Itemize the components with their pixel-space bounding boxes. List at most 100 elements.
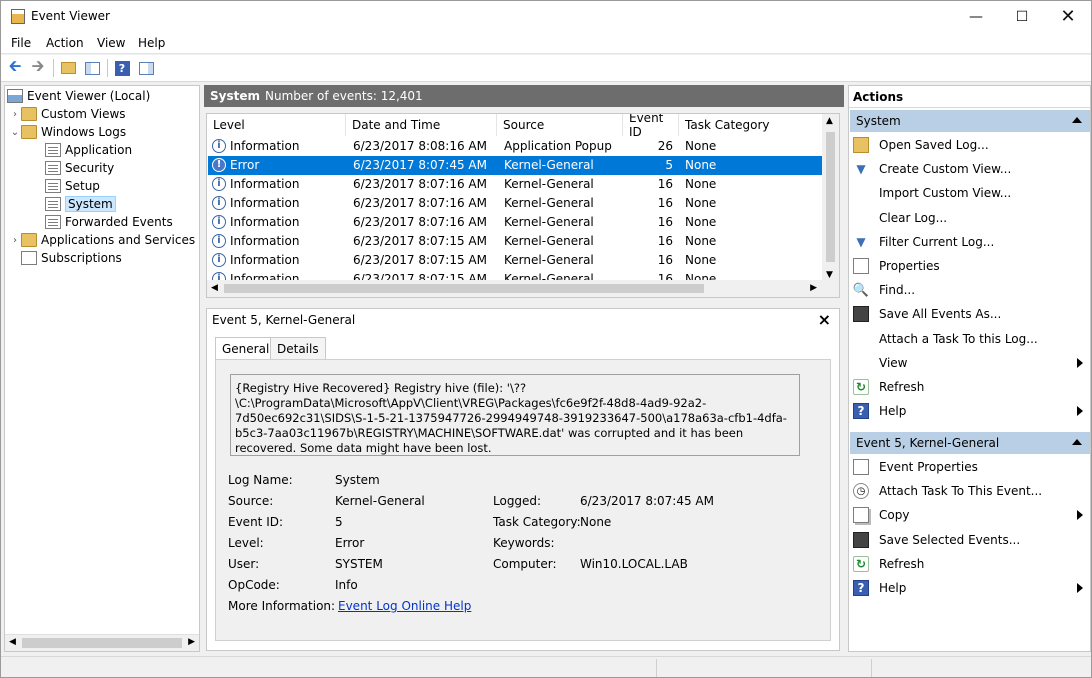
log-header: System Number of events: 12,401 — [204, 85, 844, 107]
table-row[interactable]: i Information 6/23/2017 8:07:16 AM Kernel-G… — [208, 213, 823, 232]
action-system-import-custom-view[interactable]: Import Custom View... — [853, 182, 1089, 204]
action-label: Refresh — [879, 556, 925, 571]
action-system-filter-current-log[interactable]: ▼ Filter Current Log... — [853, 231, 1089, 253]
column-header-date[interactable]: Date and Time — [346, 114, 497, 136]
action-label: Attach Task To This Event... — [879, 484, 1043, 499]
table-row[interactable]: i Information 6/23/2017 8:07:15 AM Kernel-G… — [208, 232, 823, 251]
tree-custom-views-label: Custom Views — [41, 107, 126, 121]
event-message[interactable]: {Registry Hive Recovered} Registry hive … — [230, 374, 800, 456]
help-icon[interactable]: ? — [113, 59, 131, 77]
maximize-button[interactable]: ☐ — [999, 1, 1045, 32]
action-system-find[interactable]: 🔍 Find... — [853, 279, 1089, 301]
minimize-button[interactable]: — — [953, 1, 999, 32]
folder-up-icon[interactable] — [59, 59, 77, 77]
tree-root[interactable]: Event Viewer (Local) — [7, 87, 150, 105]
table-row[interactable]: i Information 6/23/2017 8:08:16 AM Applicat… — [208, 137, 823, 156]
column-header-source[interactable]: Source — [497, 114, 623, 136]
menu-help[interactable]: Help — [138, 36, 165, 50]
action-system-help[interactable]: ? Help — [853, 400, 1089, 422]
tree-item-label: Forwarded Events — [65, 215, 173, 229]
scroll-right-icon[interactable]: ▶ — [188, 637, 195, 647]
action-event-help[interactable]: ? Help — [853, 577, 1089, 599]
tree-subscriptions[interactable]: Subscriptions — [21, 249, 122, 267]
action-system-create-custom-view[interactable]: ▼ Create Custom View... — [853, 158, 1089, 180]
label-source: Source: — [228, 494, 274, 508]
action-system-attach-a-task-to-this-log[interactable]: Attach a Task To this Log... — [853, 328, 1089, 350]
collapse-icon[interactable] — [1072, 439, 1082, 445]
table-row[interactable]: i Information 6/23/2017 8:07:16 AM Kernel-G… — [208, 175, 823, 194]
scroll-left-icon[interactable]: ◀ — [211, 283, 218, 293]
properties-icon — [853, 258, 869, 274]
list-horizontal-scrollbar[interactable]: ◀ ▶ — [207, 280, 839, 297]
scroll-right-icon[interactable]: ▶ — [810, 283, 817, 293]
column-header-level[interactable]: Level — [207, 114, 346, 136]
menu-bar: File Action View Help — [1, 32, 1091, 54]
column-header-event-id[interactable]: Event ID — [623, 114, 679, 139]
tree-item-security[interactable]: Security — [45, 159, 114, 177]
chevron-down-icon[interactable]: ⌄ — [9, 127, 21, 138]
show-hide-action-pane-icon[interactable] — [137, 59, 155, 77]
save-icon — [853, 306, 869, 323]
action-event-attach-task-to-this-event[interactable]: ◷ Attach Task To This Event... — [853, 480, 1089, 502]
scroll-down-icon[interactable]: ▼ — [826, 270, 833, 280]
action-system-clear-log[interactable]: Clear Log... — [853, 207, 1089, 229]
table-row[interactable]: ! Error 6/23/2017 8:07:45 AM Kernel-General… — [208, 156, 823, 175]
scrollbar-thumb[interactable] — [22, 638, 182, 648]
tree-windows-logs[interactable]: ⌄ Windows Logs — [9, 123, 126, 141]
action-event-save-selected-events[interactable]: Save Selected Events... — [853, 529, 1089, 551]
menu-action[interactable]: Action — [46, 36, 84, 50]
scrollbar-thumb[interactable] — [224, 284, 704, 293]
forward-icon[interactable]: 🡲 — [29, 56, 47, 77]
scrollbar-thumb[interactable] — [826, 132, 835, 262]
refresh-icon: ↻ — [853, 379, 869, 395]
label-opcode: OpCode: — [228, 578, 280, 592]
collapse-icon[interactable] — [1072, 117, 1082, 123]
action-system-view[interactable]: View — [853, 352, 1089, 374]
label-logged: Logged: — [493, 494, 542, 508]
cell-event-id: 5 — [665, 158, 673, 172]
table-row[interactable]: i Information 6/23/2017 8:07:15 AM Kernel-G… — [208, 251, 823, 270]
tree-apps-services[interactable]: › Applications and Services Lo — [9, 231, 199, 249]
tree-item-forwarded-events[interactable]: Forwarded Events — [45, 213, 173, 231]
action-event-event-properties[interactable]: Event Properties — [853, 456, 1089, 478]
tree-item-application[interactable]: Application — [45, 141, 132, 159]
tree-item-setup[interactable]: Setup — [45, 177, 100, 195]
action-system-open-saved-log[interactable]: Open Saved Log... — [853, 134, 1089, 156]
blank-icon — [853, 185, 869, 201]
chevron-right-icon[interactable]: › — [9, 109, 21, 120]
tree-custom-views[interactable]: › Custom Views — [9, 105, 126, 123]
menu-file[interactable]: File — [11, 36, 31, 50]
information-icon: i — [212, 196, 226, 210]
table-row[interactable]: i Information 6/23/2017 8:07:16 AM Kernel-G… — [208, 194, 823, 213]
close-icon[interactable]: × — [818, 310, 831, 329]
cell-date: 6/23/2017 8:07:16 AM — [353, 177, 487, 191]
value-event-id: 5 — [335, 515, 343, 529]
list-vertical-scrollbar[interactable]: ▲ ▼ — [822, 114, 839, 282]
event-log-online-help-link[interactable]: Event Log Online Help — [338, 599, 471, 613]
action-system-refresh[interactable]: ↻ Refresh — [853, 376, 1089, 398]
action-system-save-all-events-as[interactable]: Save All Events As... — [853, 303, 1089, 325]
action-system-properties[interactable]: Properties — [853, 255, 1089, 277]
tree-item-system[interactable]: System — [45, 195, 116, 213]
action-event-copy[interactable]: Copy — [853, 504, 1089, 526]
close-button[interactable]: ✕ — [1045, 1, 1091, 32]
find-icon: 🔍 — [852, 282, 870, 298]
tab-details[interactable]: Details — [270, 337, 326, 359]
tree-horizontal-scrollbar[interactable]: ◀ ▶ — [5, 634, 199, 651]
column-header-task-category[interactable]: Task Category — [679, 114, 823, 136]
back-icon[interactable]: 🡰 — [6, 56, 24, 77]
blank-icon — [853, 210, 869, 226]
label-log-name: Log Name: — [228, 473, 293, 487]
scroll-left-icon[interactable]: ◀ — [9, 637, 16, 647]
menu-view[interactable]: View — [97, 36, 125, 50]
tab-general[interactable]: General — [215, 337, 277, 360]
actions-section-system[interactable]: System — [850, 110, 1090, 132]
information-icon: i — [212, 215, 226, 229]
scroll-up-icon[interactable]: ▲ — [826, 116, 833, 126]
console-tree: Event Viewer (Local) › Custom Views ⌄ Wi… — [4, 85, 200, 652]
action-event-refresh[interactable]: ↻ Refresh — [853, 553, 1089, 575]
submenu-arrow-icon — [1077, 583, 1083, 593]
show-hide-tree-icon[interactable] — [83, 59, 101, 77]
chevron-right-icon[interactable]: › — [9, 235, 21, 246]
actions-section-event[interactable]: Event 5, Kernel-General — [850, 432, 1090, 454]
